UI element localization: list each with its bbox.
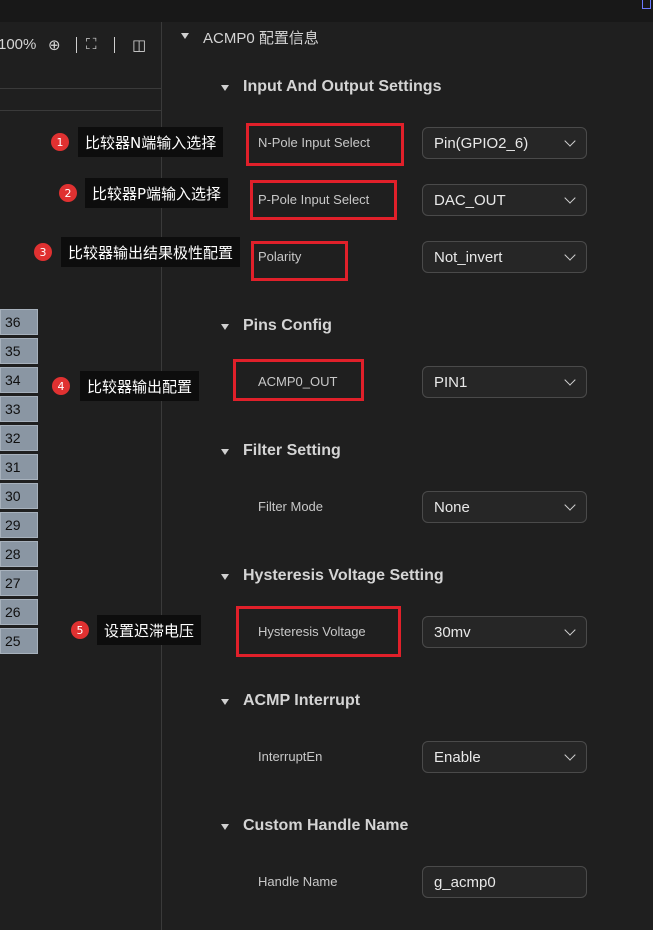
acmp-out-select[interactable]: PIN1 [422, 366, 587, 398]
handle-name-value: g_acmp0 [434, 873, 496, 891]
collapse-caret-icon[interactable] [221, 449, 229, 455]
annotation-label: 设置迟滞电压 [97, 615, 202, 645]
annotation-label: 比较器P端输入选择 [85, 178, 229, 208]
filter-mode-label: Filter Mode [258, 499, 324, 514]
collapse-caret-icon[interactable] [181, 33, 189, 39]
highlight-box [233, 359, 364, 401]
zoom-level: 100% [0, 36, 37, 53]
fit-screen-icon[interactable]: ⛶ [86, 36, 97, 53]
annotation-number-badge: 2 [59, 184, 77, 202]
highlight-box [250, 180, 397, 220]
pin-label[interactable]: 32 [0, 425, 38, 451]
highlight-box [251, 241, 348, 281]
title-strip [0, 0, 653, 22]
divider [0, 110, 162, 111]
pin-label[interactable]: 27 [0, 570, 38, 596]
chevron-down-icon [564, 499, 576, 511]
highlight-box [236, 606, 401, 657]
interrupt-en-label: InterruptEn [258, 749, 323, 764]
interrupt-en-value: Enable [434, 748, 481, 766]
annotation-label: 比较器N端输入选择 [78, 127, 224, 157]
ppole-value: DAC_OUT [434, 191, 506, 209]
acmp-out-value: PIN1 [434, 373, 468, 391]
filter-mode-select[interactable]: None [422, 491, 587, 523]
chevron-down-icon [564, 624, 576, 636]
pin-label[interactable]: 28 [0, 541, 38, 567]
collapse-caret-icon[interactable] [221, 574, 229, 580]
npole-value: Pin(GPIO2_6) [434, 134, 529, 152]
annotation-label: 比较器输出结果极性配置 [61, 237, 241, 267]
panel-toggle-icon[interactable] [642, 0, 651, 9]
chevron-down-icon [564, 749, 576, 761]
hyst-voltage-value: 30mv [434, 623, 471, 641]
section-filter-title[interactable]: Filter Setting [243, 442, 341, 460]
pin-label[interactable]: 35 [0, 338, 38, 364]
pin-label[interactable]: 25 [0, 628, 38, 654]
chip-view-pane: 100% ⊕ ⛶ ◫ 36 35 34 33 32 31 30 29 28 27… [0, 22, 162, 930]
chevron-down-icon [564, 249, 576, 261]
chevron-down-icon [564, 192, 576, 204]
ppole-select[interactable]: DAC_OUT [422, 184, 587, 216]
filter-mode-value: None [434, 498, 470, 516]
collapse-caret-icon[interactable] [221, 699, 229, 705]
handle-name-label: Handle Name [258, 874, 338, 889]
annotation-number-badge: 5 [71, 621, 89, 639]
layout-toggle-icon[interactable]: ◫ [132, 36, 146, 54]
chevron-down-icon [564, 135, 576, 147]
handle-name-input[interactable]: g_acmp0 [422, 866, 587, 898]
section-handle-title[interactable]: Custom Handle Name [243, 817, 408, 835]
pin-label[interactable]: 29 [0, 512, 38, 538]
toolbar-divider [76, 37, 77, 53]
pin-label[interactable]: 34 [0, 367, 38, 393]
polarity-select[interactable]: Not_invert [422, 241, 587, 273]
section-interrupt-title[interactable]: ACMP Interrupt [243, 692, 360, 710]
annotation-number-badge: 3 [34, 243, 52, 261]
pin-label[interactable]: 31 [0, 454, 38, 480]
interrupt-en-select[interactable]: Enable [422, 741, 587, 773]
pin-label[interactable]: 36 [0, 309, 38, 335]
section-io-title[interactable]: Input And Output Settings [243, 78, 441, 96]
highlight-box [246, 123, 404, 166]
annotation-number-badge: 4 [52, 377, 70, 395]
collapse-caret-icon[interactable] [221, 324, 229, 330]
section-hyst-title[interactable]: Hysteresis Voltage Setting [243, 567, 444, 585]
collapse-caret-icon[interactable] [221, 85, 229, 91]
chevron-down-icon [564, 374, 576, 386]
npole-select[interactable]: Pin(GPIO2_6) [422, 127, 587, 159]
annotation-label: 比较器输出配置 [80, 371, 200, 401]
config-title: ACMP0 配置信息 [203, 30, 319, 47]
pin-label[interactable]: 33 [0, 396, 38, 422]
pin-label[interactable]: 26 [0, 599, 38, 625]
collapse-caret-icon[interactable] [221, 824, 229, 830]
hyst-voltage-select[interactable]: 30mv [422, 616, 587, 648]
divider [0, 88, 162, 89]
toolbar-divider [114, 37, 115, 53]
zoom-toolbar: 100% ⊕ ⛶ ◫ [0, 22, 162, 68]
zoom-in-icon[interactable]: ⊕ [48, 36, 61, 54]
polarity-value: Not_invert [434, 248, 503, 266]
annotation-number-badge: 1 [51, 133, 69, 151]
section-pins-title[interactable]: Pins Config [243, 317, 332, 335]
pin-label[interactable]: 30 [0, 483, 38, 509]
